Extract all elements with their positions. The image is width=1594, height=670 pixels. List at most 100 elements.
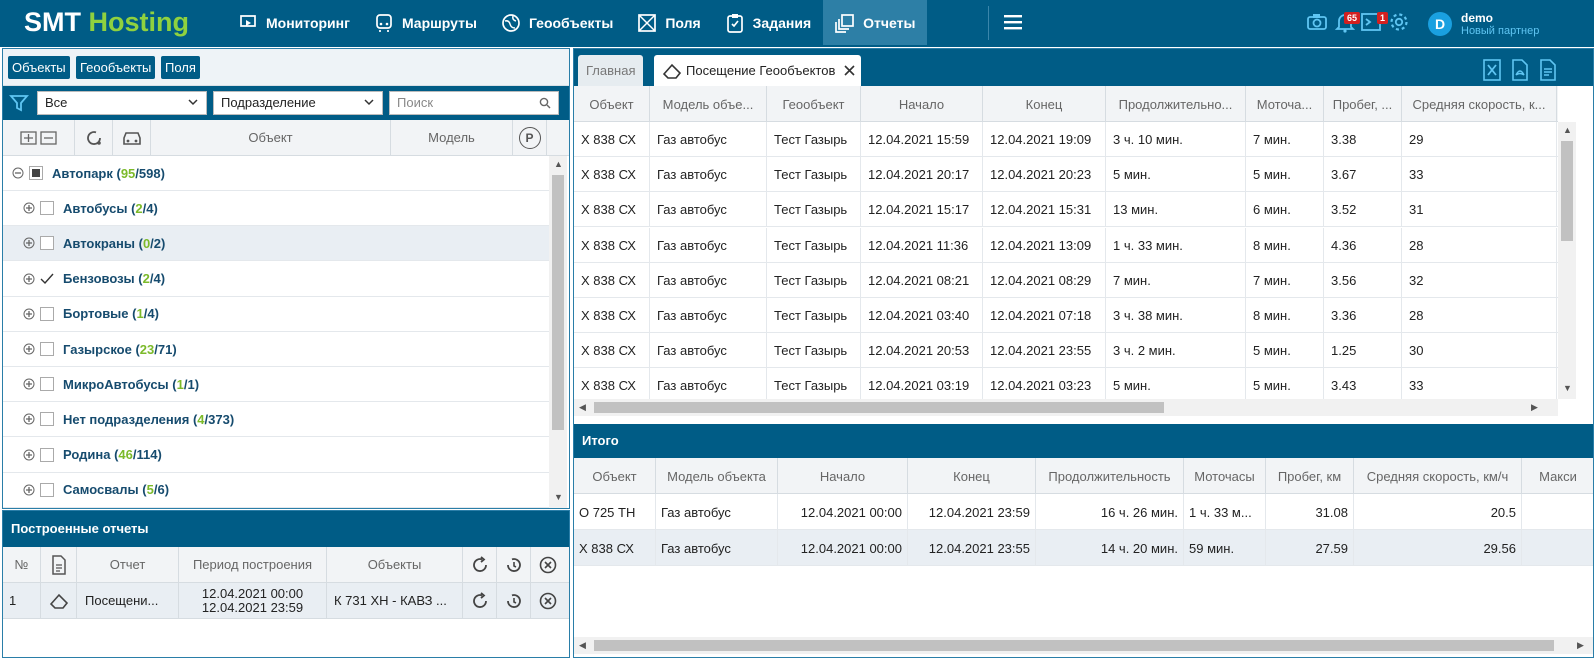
column-header[interactable]: Начало xyxy=(861,86,983,122)
checkbox[interactable] xyxy=(40,412,54,427)
checkbox[interactable] xyxy=(40,272,54,286)
table-row[interactable]: Х 838 СХ Газ автобус Тест Газырь 12.04.2021… xyxy=(574,262,1558,298)
filter-select[interactable]: Все xyxy=(37,91,207,115)
rebuild-icon[interactable] xyxy=(470,591,490,611)
tree-node[interactable]: Автобусы (2/4) xyxy=(3,191,549,227)
nav-tasks[interactable]: Задания xyxy=(713,0,823,45)
table-row[interactable]: Х 838 СХ Газ автобус Тест Газырь 12.04.2021… xyxy=(574,192,1558,228)
table-row[interactable]: Х 838 СХ Газ автобус Тест Газырь 12.04.2021… xyxy=(574,298,1558,333)
close-circle-icon[interactable] xyxy=(538,555,558,575)
summary-column-header[interactable]: Моточасы xyxy=(1184,458,1266,494)
summary-column-header[interactable]: Средняя скорость, км/ч xyxy=(1354,458,1522,494)
nav-routes[interactable]: Маршруты xyxy=(362,0,489,45)
tree-scrollbar[interactable]: ▲ ▼ xyxy=(549,156,567,508)
tab-geo-visits[interactable]: Посещение Геообъектов xyxy=(654,55,862,86)
avatar[interactable]: D xyxy=(1428,12,1452,36)
report-row[interactable]: 1 Посещени... 12.04.2021 00:00 12.04.2021… xyxy=(3,583,569,619)
table-row[interactable]: Х 838 СХ Газ автобус Тест Газырь 12.04.2021… xyxy=(574,227,1558,263)
checkbox[interactable] xyxy=(40,447,54,462)
close-icon[interactable] xyxy=(844,65,855,76)
document-export-icon[interactable] xyxy=(1538,59,1558,81)
tree-node[interactable]: Автокраны (0/2) xyxy=(3,226,549,262)
summary-column-header[interactable]: Модель объекта xyxy=(656,458,778,494)
division-select[interactable]: Подразделение xyxy=(213,91,383,115)
nav-fields[interactable]: Поля xyxy=(625,0,712,45)
tab-fields[interactable]: Поля xyxy=(161,56,200,79)
tree-node[interactable]: Газырское (23/71) xyxy=(3,332,549,367)
nav-geoobjects[interactable]: Геообъекты xyxy=(489,0,625,45)
expand-icon[interactable] xyxy=(23,237,35,249)
column-header[interactable]: Пробег, ... xyxy=(1324,86,1402,122)
summary-row[interactable]: О 725 ТН Газ автобус 12.04.2021 00:00 12.04… xyxy=(574,494,1593,530)
table-row[interactable]: Х 838 СХ Газ автобус Тест Газырь 12.04.2021… xyxy=(574,122,1558,157)
expand-icon[interactable] xyxy=(23,413,35,425)
tab-objects[interactable]: Объекты xyxy=(8,56,70,79)
report-table-hscrollbar[interactable]: ◀ ▶ xyxy=(574,399,1558,416)
user-name[interactable]: demo xyxy=(1461,11,1493,25)
report-name[interactable]: Посещени... xyxy=(77,583,179,618)
tree-node[interactable]: Нет подразделения (4/373) xyxy=(3,402,549,438)
summary-column-header[interactable]: Продолжительность xyxy=(1036,458,1184,494)
history-icon[interactable] xyxy=(504,591,524,611)
tab-home[interactable]: Главная xyxy=(578,55,644,86)
tab-geoobjects[interactable]: Геообъекты xyxy=(76,56,156,79)
camera-icon[interactable] xyxy=(1306,11,1328,33)
summary-column-header[interactable]: Пробег, км xyxy=(1266,458,1354,494)
expand-collapse-icon[interactable] xyxy=(19,128,58,148)
column-model[interactable]: Модель xyxy=(391,120,513,155)
nav-monitoring[interactable]: Мониторинг xyxy=(226,0,362,45)
checkbox[interactable] xyxy=(40,482,54,497)
column-header[interactable]: Объект xyxy=(574,86,650,122)
refresh-icon[interactable] xyxy=(84,128,104,148)
expand-icon[interactable] xyxy=(23,484,35,496)
column-header[interactable]: Геообъект xyxy=(767,86,861,122)
summary-row[interactable]: Х 838 СХ Газ автобус 12.04.2021 00:00 12.04… xyxy=(574,530,1593,566)
column-object[interactable]: Объект xyxy=(151,120,391,155)
filter-icon[interactable] xyxy=(9,93,29,113)
summary-column-header[interactable]: Макси xyxy=(1522,458,1593,494)
checkbox[interactable] xyxy=(40,306,54,321)
nav-reports[interactable]: Отчеты xyxy=(823,0,928,45)
checkbox[interactable] xyxy=(40,236,54,251)
logo[interactable]: SMT Hosting xyxy=(24,7,189,38)
summary-column-header[interactable]: Объект xyxy=(574,458,656,494)
expand-icon[interactable] xyxy=(23,202,35,214)
table-row[interactable]: Х 838 СХ Газ автобус Тест Газырь 12.04.2021… xyxy=(574,157,1558,193)
gear-icon[interactable] xyxy=(1388,11,1410,33)
history-icon[interactable] xyxy=(504,555,524,575)
expand-icon[interactable] xyxy=(23,378,35,390)
column-header[interactable]: Конец xyxy=(983,86,1106,122)
rebuild-icon[interactable] xyxy=(470,555,490,575)
column-header[interactable]: Моточа... xyxy=(1246,86,1324,122)
search-input[interactable]: Поиск xyxy=(389,91,559,115)
column-header[interactable]: Средняя скорость, к... xyxy=(1402,86,1557,122)
column-header[interactable]: Модель объе... xyxy=(650,86,767,122)
excel-export-icon[interactable] xyxy=(1482,59,1502,81)
hamburger-menu-icon[interactable] xyxy=(1003,12,1023,32)
tree-node[interactable]: Автопарк (95/598) xyxy=(3,156,549,191)
tree-node[interactable]: Бортовые (1/4) xyxy=(3,297,549,332)
expand-icon[interactable] xyxy=(23,449,35,461)
checkbox[interactable] xyxy=(40,342,54,356)
pdf-export-icon[interactable] xyxy=(1510,59,1530,81)
summary-hscrollbar[interactable]: ◀ ▶ xyxy=(574,637,1593,654)
checkbox[interactable] xyxy=(40,377,54,392)
table-row[interactable]: Х 838 СХ Газ автобус Тест Газырь 12.04.2021… xyxy=(574,333,1558,369)
tree-node[interactable]: МикроАвтобусы (1/1) xyxy=(3,367,549,403)
close-circle-icon[interactable] xyxy=(538,591,558,611)
column-header[interactable]: Продолжительно... xyxy=(1106,86,1246,122)
tree-node[interactable]: Бензовозы (2/4) xyxy=(3,262,549,297)
checkbox[interactable] xyxy=(40,201,54,216)
checkbox[interactable] xyxy=(29,166,43,180)
report-table-vscrollbar[interactable]: ▲ ▼ xyxy=(1558,122,1576,399)
summary-column-header[interactable]: Конец xyxy=(908,458,1036,494)
tree-node[interactable]: Родина (46/114) xyxy=(3,438,549,473)
expand-icon[interactable] xyxy=(23,273,35,285)
expand-icon[interactable] xyxy=(23,308,35,320)
expand-icon[interactable] xyxy=(23,343,35,355)
parking-icon[interactable]: P xyxy=(518,126,541,149)
car-icon[interactable] xyxy=(121,129,143,147)
collapse-icon[interactable] xyxy=(12,167,24,179)
summary-column-header[interactable]: Начало xyxy=(778,458,908,494)
tree-node[interactable]: Самосвалы (5/6) xyxy=(3,473,549,508)
